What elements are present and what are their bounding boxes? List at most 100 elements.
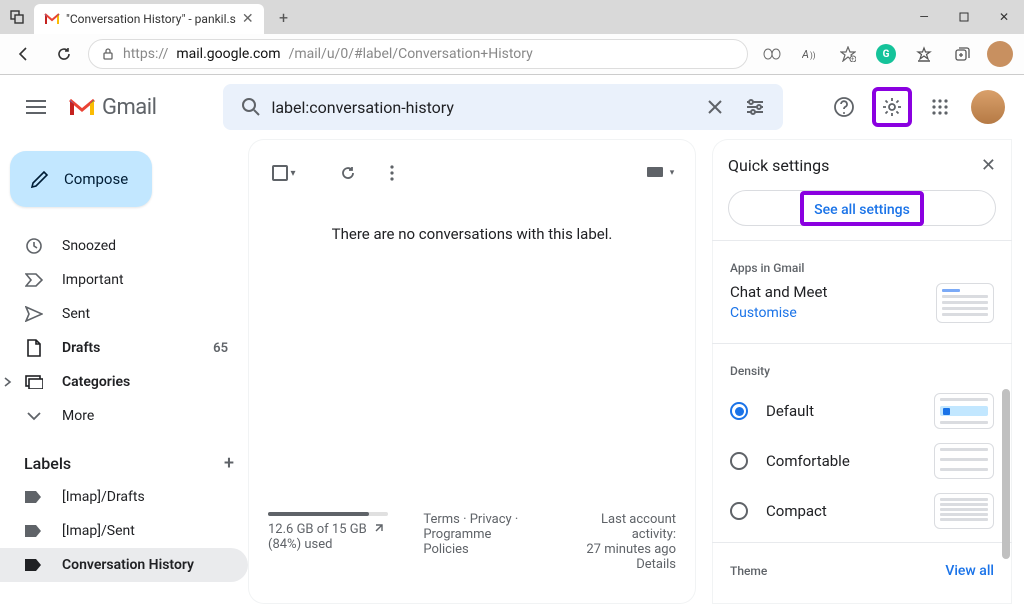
empty-state-text: There are no conversations with this lab… xyxy=(256,195,688,257)
storage-text-1: 12.6 GB of 15 GB xyxy=(268,522,367,537)
sidebar-item-important[interactable]: Important xyxy=(0,263,248,297)
tab-close-icon[interactable]: ✕ xyxy=(242,11,254,27)
radio-icon xyxy=(730,452,748,470)
sidebar-item-label: Categories xyxy=(62,374,130,390)
label-icon xyxy=(24,558,44,572)
density-title: Density xyxy=(712,350,1012,386)
scrollbar[interactable] xyxy=(1002,389,1010,559)
activity-line-2: 27 minutes ago xyxy=(556,542,676,557)
url-path: /mail/u/0/#label/Conversation+History xyxy=(289,46,533,62)
activity-details-link[interactable]: Details xyxy=(556,557,676,572)
window-close-button[interactable]: ✕ xyxy=(984,0,1024,34)
quick-settings-close-button[interactable]: ✕ xyxy=(981,155,996,176)
search-input[interactable]: label:conversation-history xyxy=(271,98,695,117)
refresh-mail-button[interactable] xyxy=(330,155,366,191)
label-imap-drafts[interactable]: [Imap]/Drafts xyxy=(0,480,248,514)
policies-line-1[interactable]: Terms · Privacy · xyxy=(423,512,538,527)
sidebar-item-label: Drafts xyxy=(62,340,100,356)
density-default-preview xyxy=(934,393,994,429)
gmail-header: Gmail label:conversation-history xyxy=(0,75,1024,139)
sidebar-item-more[interactable]: More xyxy=(0,399,248,433)
density-option-default[interactable]: Default xyxy=(730,386,994,436)
collections-icon[interactable] xyxy=(946,38,978,70)
add-label-button[interactable]: + xyxy=(224,453,234,474)
customise-link[interactable]: Customise xyxy=(730,305,827,321)
label-text: [Imap]/Drafts xyxy=(62,489,145,505)
profile-button[interactable] xyxy=(984,38,1016,70)
mail-panel: ▾ ▾ There are no conversations with this… xyxy=(248,139,696,604)
back-button[interactable] xyxy=(8,38,40,70)
sidebar-item-snoozed[interactable]: Snoozed xyxy=(0,229,248,263)
gmail-logo-text: Gmail xyxy=(102,95,156,120)
new-tab-button[interactable]: + xyxy=(270,3,298,31)
window-minimize-button[interactable]: — xyxy=(904,0,944,34)
radio-selected-icon xyxy=(730,402,748,420)
main-menu-button[interactable] xyxy=(16,87,56,127)
search-clear-icon[interactable] xyxy=(695,99,735,115)
activity-line-1: Last account activity: xyxy=(556,512,676,542)
reading-mode-icon[interactable]: A)) xyxy=(794,38,826,70)
lock-icon xyxy=(101,47,115,61)
favorites-bar-icon[interactable] xyxy=(908,38,940,70)
label-text: Conversation History xyxy=(62,557,194,573)
favorites-icon[interactable]: + xyxy=(832,38,864,70)
more-actions-button[interactable] xyxy=(374,155,410,191)
density-option-comfortable[interactable]: Comfortable xyxy=(730,436,994,486)
drafts-count: 65 xyxy=(213,341,228,356)
dropdown-caret-icon[interactable]: ▾ xyxy=(290,168,295,179)
theme-title: Theme xyxy=(730,564,767,578)
account-avatar[interactable] xyxy=(968,87,1008,127)
sent-icon xyxy=(24,306,44,322)
search-options-icon[interactable] xyxy=(735,99,775,115)
see-all-settings-button[interactable]: See all settings xyxy=(728,190,996,226)
support-button[interactable] xyxy=(824,87,864,127)
theme-view-all-link[interactable]: View all xyxy=(945,563,994,579)
address-bar[interactable]: https://mail.google.com/mail/u/0/#label/… xyxy=(88,39,748,69)
sidebar-item-label: More xyxy=(62,408,94,424)
apps-grid-button[interactable] xyxy=(920,87,960,127)
search-bar[interactable]: label:conversation-history xyxy=(223,84,783,130)
sidebar-item-drafts[interactable]: Drafts 65 xyxy=(0,331,248,365)
open-in-new-icon[interactable] xyxy=(373,522,385,534)
see-all-settings-label: See all settings xyxy=(814,202,910,218)
mail-footer: 12.6 GB of 15 GB (84%) used Terms · Priv… xyxy=(256,502,688,592)
input-tools-button[interactable]: ▾ xyxy=(642,155,678,191)
label-icon xyxy=(24,490,44,504)
pencil-icon xyxy=(30,169,50,189)
chevron-down-icon xyxy=(24,411,44,421)
compose-button[interactable]: Compose xyxy=(10,151,152,207)
tab-actions-icon[interactable] xyxy=(0,10,34,24)
storage-bar xyxy=(268,512,388,516)
refresh-button[interactable] xyxy=(48,38,80,70)
gmail-logo-icon xyxy=(68,97,96,117)
labels-title: Labels xyxy=(24,454,71,473)
compose-label: Compose xyxy=(64,170,128,188)
gmail-logo[interactable]: Gmail xyxy=(68,95,156,120)
sidebar-item-label: Snoozed xyxy=(62,238,116,254)
svg-text:)): )) xyxy=(810,51,816,60)
density-compact-preview xyxy=(934,493,994,529)
policies-line-2[interactable]: Programme Policies xyxy=(423,527,538,557)
sidebar-item-label: Important xyxy=(62,272,124,288)
density-option-compact[interactable]: Compact xyxy=(730,486,994,536)
gmail-favicon-icon xyxy=(44,11,60,27)
grammarly-icon[interactable]: G xyxy=(870,38,902,70)
clock-icon xyxy=(24,237,44,255)
quick-settings-title: Quick settings xyxy=(728,156,829,175)
search-icon[interactable] xyxy=(231,97,271,117)
sidebar-item-sent[interactable]: Sent xyxy=(0,297,248,331)
window-maximize-button[interactable] xyxy=(944,0,984,34)
label-conversation-history[interactable]: Conversation History xyxy=(0,548,248,582)
extensions-icon[interactable] xyxy=(756,38,788,70)
sidebar-item-categories[interactable]: Categories xyxy=(0,365,248,399)
browser-tab[interactable]: "Conversation History" - pankil.s ✕ xyxy=(34,4,264,34)
select-all-checkbox[interactable]: ▾ xyxy=(266,155,302,191)
chat-and-meet-label: Chat and Meet xyxy=(730,283,827,301)
tab-title: "Conversation History" - pankil.s xyxy=(66,12,236,26)
browser-chrome: "Conversation History" - pankil.s ✕ + — … xyxy=(0,0,1024,75)
density-comfortable-label: Comfortable xyxy=(766,452,850,470)
settings-button[interactable] xyxy=(872,87,912,127)
label-imap-sent[interactable]: [Imap]/Sent xyxy=(0,514,248,548)
label-icon xyxy=(24,524,44,538)
label-text: [Imap]/Sent xyxy=(62,523,135,539)
